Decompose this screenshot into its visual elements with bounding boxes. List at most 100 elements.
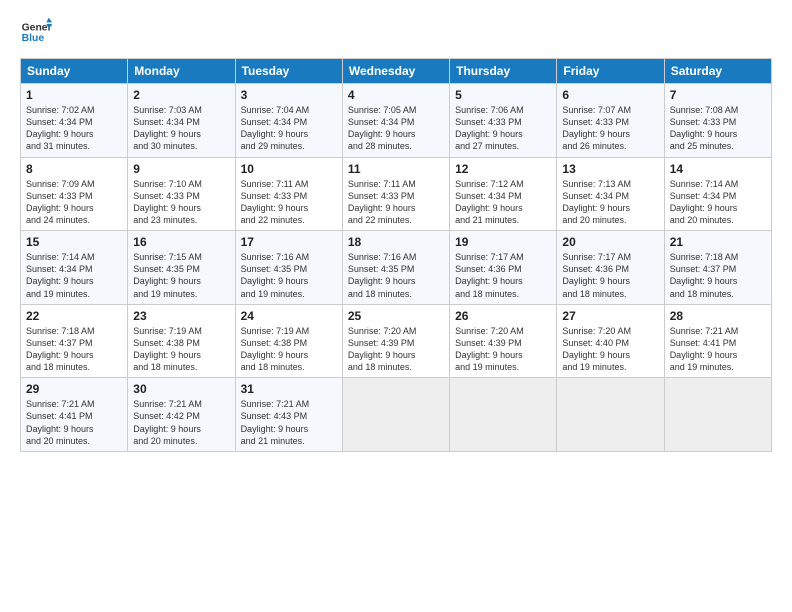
day-number: 23: [133, 309, 229, 323]
day-info: Sunrise: 7:02 AM Sunset: 4:34 PM Dayligh…: [26, 104, 122, 153]
calendar-cell: 14 Sunrise: 7:14 AM Sunset: 4:34 PM Dayli…: [664, 157, 771, 231]
day-info: Sunrise: 7:04 AM Sunset: 4:34 PM Dayligh…: [241, 104, 337, 153]
day-number: 21: [670, 235, 766, 249]
calendar-cell: 29Sunrise: 7:21 AM Sunset: 4:41 PM Dayli…: [21, 378, 128, 452]
calendar-cell: 16 Sunrise: 7:15 AM Sunset: 4:35 PM Dayli…: [128, 231, 235, 305]
calendar-cell: 9 Sunrise: 7:10 AM Sunset: 4:33 PM Daylig…: [128, 157, 235, 231]
calendar-table: SundayMondayTuesdayWednesdayThursdayFrid…: [20, 58, 772, 452]
day-info: Sunrise: 7:14 AM Sunset: 4:34 PM Dayligh…: [670, 178, 766, 227]
logo: General Blue: [20, 16, 52, 48]
day-number: 7: [670, 88, 766, 102]
day-info: Sunrise: 7:20 AM Sunset: 4:39 PM Dayligh…: [348, 325, 444, 374]
day-info: Sunrise: 7:08 AM Sunset: 4:33 PM Dayligh…: [670, 104, 766, 153]
day-info: Sunrise: 7:11 AM Sunset: 4:33 PM Dayligh…: [241, 178, 337, 227]
calendar-cell: 31 Sunrise: 7:21 AM Sunset: 4:43 PM Dayli…: [235, 378, 342, 452]
day-info: Sunrise: 7:21 AM Sunset: 4:41 PM Dayligh…: [26, 398, 122, 447]
day-info: Sunrise: 7:06 AM Sunset: 4:33 PM Dayligh…: [455, 104, 551, 153]
calendar-cell: 21 Sunrise: 7:18 AM Sunset: 4:37 PM Dayli…: [664, 231, 771, 305]
day-number: 26: [455, 309, 551, 323]
day-info: Sunrise: 7:14 AM Sunset: 4:34 PM Dayligh…: [26, 251, 122, 300]
calendar-cell: 11 Sunrise: 7:11 AM Sunset: 4:33 PM Dayli…: [342, 157, 449, 231]
day-info: Sunrise: 7:19 AM Sunset: 4:38 PM Dayligh…: [241, 325, 337, 374]
calendar-cell: 27Sunrise: 7:20 AM Sunset: 4:40 PM Dayli…: [557, 304, 664, 378]
day-info: Sunrise: 7:18 AM Sunset: 4:37 PM Dayligh…: [670, 251, 766, 300]
calendar-week-row: 1 Sunrise: 7:02 AM Sunset: 4:34 PM Daylig…: [21, 84, 772, 158]
day-number: 31: [241, 382, 337, 396]
day-info: Sunrise: 7:16 AM Sunset: 4:35 PM Dayligh…: [241, 251, 337, 300]
day-number: 24: [241, 309, 337, 323]
calendar-cell: 20Sunrise: 7:17 AM Sunset: 4:36 PM Dayli…: [557, 231, 664, 305]
calendar-header-cell: Monday: [128, 59, 235, 84]
day-number: 6: [562, 88, 658, 102]
calendar-cell: 7 Sunrise: 7:08 AM Sunset: 4:33 PM Daylig…: [664, 84, 771, 158]
day-number: 3: [241, 88, 337, 102]
logo-icon: General Blue: [20, 16, 52, 48]
day-info: Sunrise: 7:21 AM Sunset: 4:42 PM Dayligh…: [133, 398, 229, 447]
calendar-cell: 2 Sunrise: 7:03 AM Sunset: 4:34 PM Daylig…: [128, 84, 235, 158]
day-number: 11: [348, 162, 444, 176]
day-number: 14: [670, 162, 766, 176]
day-number: 8: [26, 162, 122, 176]
day-number: 13: [562, 162, 658, 176]
day-info: Sunrise: 7:03 AM Sunset: 4:34 PM Dayligh…: [133, 104, 229, 153]
day-number: 20: [562, 235, 658, 249]
calendar-cell: 12Sunrise: 7:12 AM Sunset: 4:34 PM Dayli…: [450, 157, 557, 231]
calendar-cell: [450, 378, 557, 452]
day-number: 15: [26, 235, 122, 249]
calendar-cell: 3 Sunrise: 7:04 AM Sunset: 4:34 PM Daylig…: [235, 84, 342, 158]
day-number: 16: [133, 235, 229, 249]
calendar-cell: [557, 378, 664, 452]
calendar-cell: 25 Sunrise: 7:20 AM Sunset: 4:39 PM Dayli…: [342, 304, 449, 378]
calendar-cell: 1 Sunrise: 7:02 AM Sunset: 4:34 PM Daylig…: [21, 84, 128, 158]
calendar-cell: 13 Sunrise: 7:13 AM Sunset: 4:34 PM Dayli…: [557, 157, 664, 231]
day-info: Sunrise: 7:18 AM Sunset: 4:37 PM Dayligh…: [26, 325, 122, 374]
day-info: Sunrise: 7:11 AM Sunset: 4:33 PM Dayligh…: [348, 178, 444, 227]
day-info: Sunrise: 7:07 AM Sunset: 4:33 PM Dayligh…: [562, 104, 658, 153]
day-info: Sunrise: 7:19 AM Sunset: 4:38 PM Dayligh…: [133, 325, 229, 374]
day-number: 10: [241, 162, 337, 176]
day-number: 25: [348, 309, 444, 323]
day-info: Sunrise: 7:16 AM Sunset: 4:35 PM Dayligh…: [348, 251, 444, 300]
calendar-cell: 30Sunrise: 7:21 AM Sunset: 4:42 PM Dayli…: [128, 378, 235, 452]
calendar-header-cell: Friday: [557, 59, 664, 84]
day-info: Sunrise: 7:13 AM Sunset: 4:34 PM Dayligh…: [562, 178, 658, 227]
day-info: Sunrise: 7:20 AM Sunset: 4:40 PM Dayligh…: [562, 325, 658, 374]
day-info: Sunrise: 7:21 AM Sunset: 4:43 PM Dayligh…: [241, 398, 337, 447]
calendar-cell: 10 Sunrise: 7:11 AM Sunset: 4:33 PM Dayli…: [235, 157, 342, 231]
day-info: Sunrise: 7:17 AM Sunset: 4:36 PM Dayligh…: [455, 251, 551, 300]
calendar-week-row: 29Sunrise: 7:21 AM Sunset: 4:41 PM Dayli…: [21, 378, 772, 452]
day-number: 18: [348, 235, 444, 249]
page: General Blue SundayMondayTuesdayWednesda…: [0, 0, 792, 462]
calendar-cell: 5Sunrise: 7:06 AM Sunset: 4:33 PM Daylig…: [450, 84, 557, 158]
day-info: Sunrise: 7:15 AM Sunset: 4:35 PM Dayligh…: [133, 251, 229, 300]
calendar-week-row: 15 Sunrise: 7:14 AM Sunset: 4:34 PM Dayli…: [21, 231, 772, 305]
calendar-header-cell: Thursday: [450, 59, 557, 84]
calendar-cell: 4 Sunrise: 7:05 AM Sunset: 4:34 PM Daylig…: [342, 84, 449, 158]
calendar-cell: 8Sunrise: 7:09 AM Sunset: 4:33 PM Daylig…: [21, 157, 128, 231]
day-info: Sunrise: 7:10 AM Sunset: 4:33 PM Dayligh…: [133, 178, 229, 227]
calendar-cell: 23 Sunrise: 7:19 AM Sunset: 4:38 PM Dayli…: [128, 304, 235, 378]
calendar-cell: 15 Sunrise: 7:14 AM Sunset: 4:34 PM Dayli…: [21, 231, 128, 305]
day-number: 9: [133, 162, 229, 176]
calendar-header-row: SundayMondayTuesdayWednesdayThursdayFrid…: [21, 59, 772, 84]
calendar-cell: 19 Sunrise: 7:17 AM Sunset: 4:36 PM Dayli…: [450, 231, 557, 305]
calendar-header-cell: Tuesday: [235, 59, 342, 84]
day-info: Sunrise: 7:21 AM Sunset: 4:41 PM Dayligh…: [670, 325, 766, 374]
calendar-header-cell: Wednesday: [342, 59, 449, 84]
calendar-cell: 17Sunrise: 7:16 AM Sunset: 4:35 PM Dayli…: [235, 231, 342, 305]
calendar-cell: 28 Sunrise: 7:21 AM Sunset: 4:41 PM Dayli…: [664, 304, 771, 378]
calendar-week-row: 22Sunrise: 7:18 AM Sunset: 4:37 PM Dayli…: [21, 304, 772, 378]
day-number: 19: [455, 235, 551, 249]
calendar-cell: 24 Sunrise: 7:19 AM Sunset: 4:38 PM Dayli…: [235, 304, 342, 378]
day-number: 4: [348, 88, 444, 102]
calendar-cell: [664, 378, 771, 452]
day-number: 12: [455, 162, 551, 176]
calendar-cell: 26Sunrise: 7:20 AM Sunset: 4:39 PM Dayli…: [450, 304, 557, 378]
day-number: 2: [133, 88, 229, 102]
day-number: 28: [670, 309, 766, 323]
day-info: Sunrise: 7:05 AM Sunset: 4:34 PM Dayligh…: [348, 104, 444, 153]
calendar-cell: 6 Sunrise: 7:07 AM Sunset: 4:33 PM Daylig…: [557, 84, 664, 158]
calendar-cell: 18 Sunrise: 7:16 AM Sunset: 4:35 PM Dayli…: [342, 231, 449, 305]
day-number: 1: [26, 88, 122, 102]
calendar-cell: 22Sunrise: 7:18 AM Sunset: 4:37 PM Dayli…: [21, 304, 128, 378]
